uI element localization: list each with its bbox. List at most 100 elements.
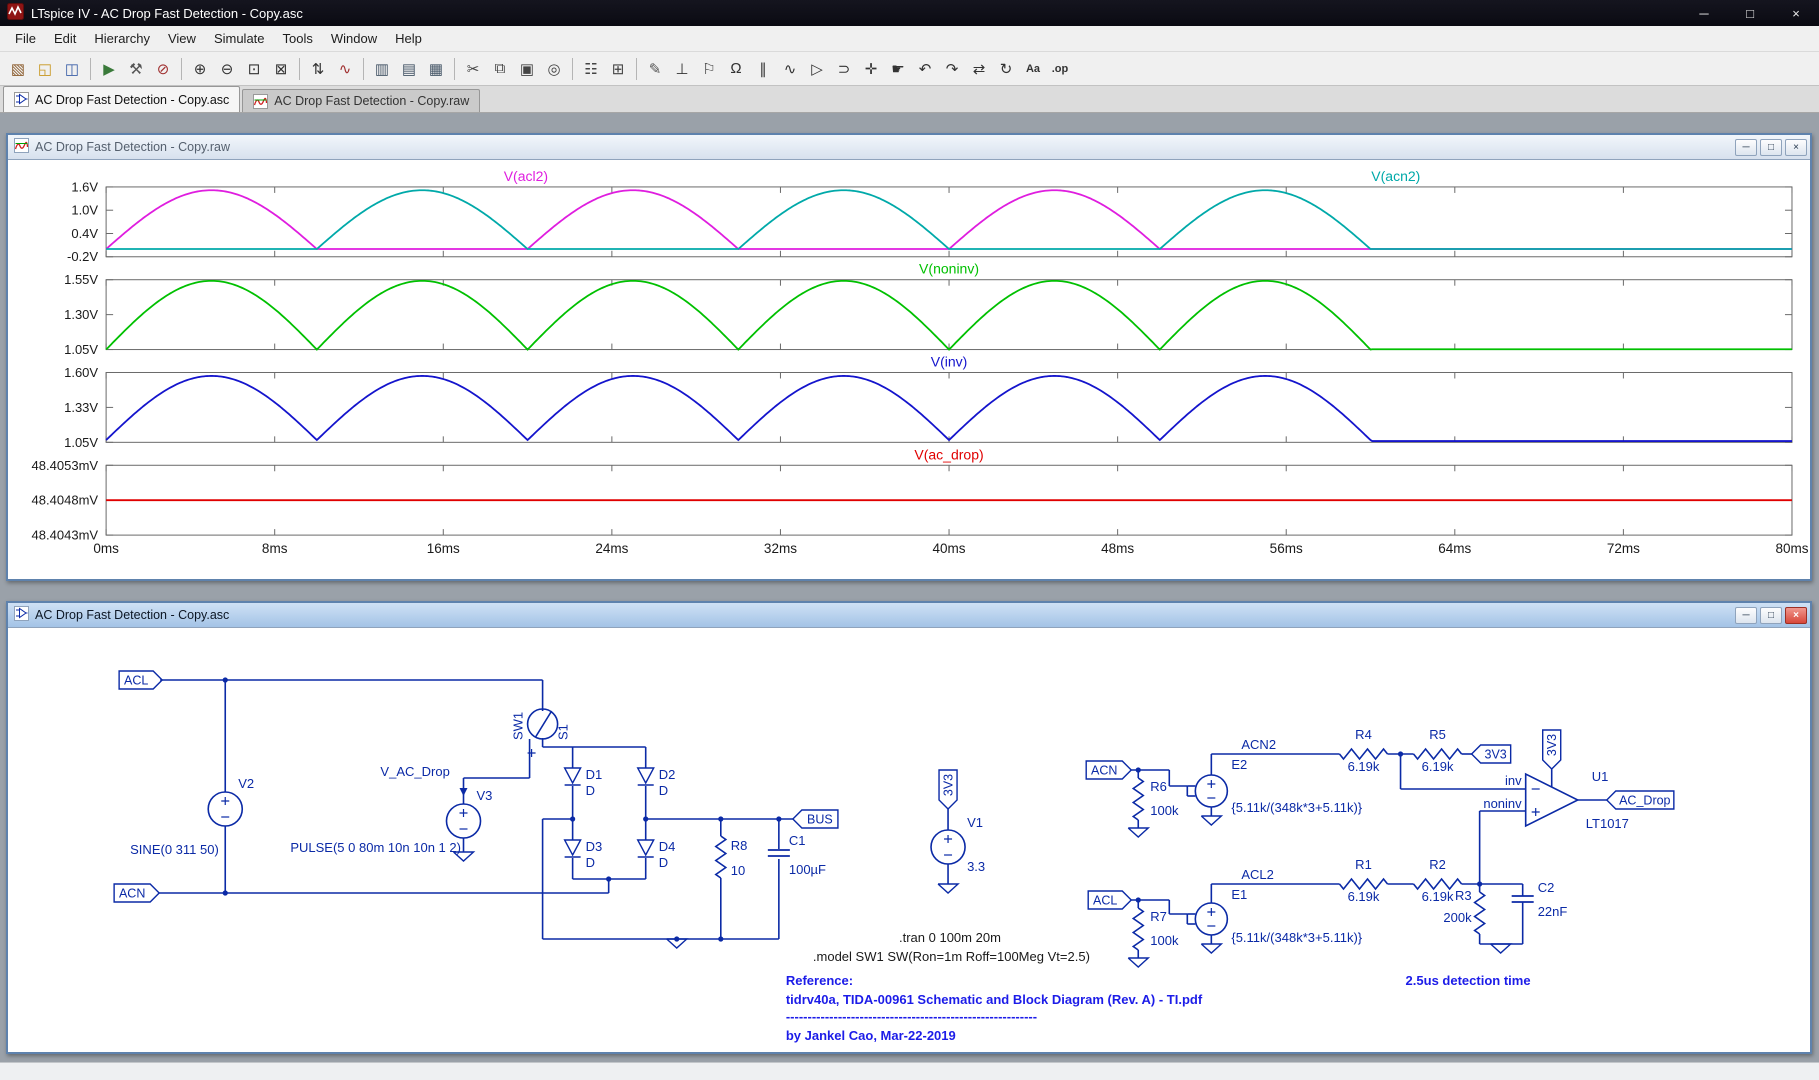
close-button[interactable]: × xyxy=(1773,0,1819,26)
menu-hierarchy[interactable]: Hierarchy xyxy=(85,27,159,50)
place-component-button[interactable]: ⊃ xyxy=(831,56,857,82)
plot-pane-2[interactable] xyxy=(106,372,1792,442)
waveform-minimize-button[interactable]: ─ xyxy=(1735,139,1757,156)
schematic-canvas[interactable]: ACLACNBUS3V3ACNACL3V33V3AC_DropSW1S1V2SI… xyxy=(8,628,1810,1052)
trace-label-vacl2[interactable]: V(acl2) xyxy=(504,168,548,184)
copy-button[interactable]: ⧉ xyxy=(487,56,513,82)
tab-schematic[interactable]: AC Drop Fast Detection - Copy.asc xyxy=(3,86,240,112)
add-plot-pane-button[interactable]: ∿ xyxy=(332,56,358,82)
paste-button[interactable]: ▣ xyxy=(514,56,540,82)
control-panel-button[interactable]: ⚒ xyxy=(123,56,149,82)
maximize-button[interactable]: □ xyxy=(1727,0,1773,26)
diode-d3[interactable] xyxy=(565,840,581,855)
net-flag-acn[interactable]: ACN xyxy=(1086,761,1131,779)
trace-label-vnoninv[interactable]: V(noninv) xyxy=(919,261,979,277)
main-titlebar[interactable]: LTspice IV - AC Drop Fast Detection - Co… xyxy=(0,0,1819,26)
source-e2[interactable] xyxy=(1195,775,1227,807)
net-flag-3v3[interactable]: 3V3 xyxy=(1543,730,1561,769)
minimize-button[interactable]: ─ xyxy=(1681,0,1727,26)
print-preview-button[interactable]: ⊞ xyxy=(605,56,631,82)
menu-simulate[interactable]: Simulate xyxy=(205,27,274,50)
trace-label-vinv[interactable]: V(inv) xyxy=(931,354,968,370)
run-button[interactable]: ▶ xyxy=(96,56,122,82)
trace-vnoninv[interactable] xyxy=(106,281,1792,350)
diode-d4[interactable] xyxy=(638,840,654,855)
draw-wire-button[interactable]: ✎ xyxy=(642,56,668,82)
tab-waveform[interactable]: AC Drop Fast Detection - Copy.raw xyxy=(242,89,480,112)
ground-symbol[interactable] xyxy=(938,884,958,893)
zoom-out-button[interactable]: ⊖ xyxy=(214,56,240,82)
net-flag-bus[interactable]: BUS xyxy=(793,810,838,828)
net-flag-ac_drop[interactable]: AC_Drop xyxy=(1607,791,1674,809)
plot-pane-1[interactable] xyxy=(106,280,1792,350)
trace-vacl2[interactable] xyxy=(106,190,1792,249)
drag-button[interactable]: ☛ xyxy=(885,56,911,82)
find-button[interactable]: ◎ xyxy=(541,56,567,82)
trace-label-vacn2[interactable]: V(acn2) xyxy=(1371,168,1420,184)
diode-d2[interactable] xyxy=(638,768,654,783)
schematic-canvas-area[interactable]: ACLACNBUS3V3ACNACL3V33V3AC_DropSW1S1V2SI… xyxy=(8,627,1810,1052)
diode-d1[interactable] xyxy=(565,768,581,783)
ground-symbol[interactable] xyxy=(1201,816,1221,825)
zoom-full-extents-button[interactable]: ⊠ xyxy=(268,56,294,82)
resistor-r6[interactable] xyxy=(1133,778,1143,820)
text-button[interactable]: Aa xyxy=(1020,56,1046,82)
print-button[interactable]: ☷ xyxy=(578,56,604,82)
schematic-minimize-button[interactable]: ─ xyxy=(1735,607,1757,624)
resistor-r8[interactable] xyxy=(716,836,726,878)
net-flag-acl[interactable]: ACL xyxy=(1088,891,1131,909)
schematic-close-button[interactable]: × xyxy=(1785,607,1807,624)
resistor-r7[interactable] xyxy=(1133,908,1143,950)
zoom-in-button[interactable]: ⊕ xyxy=(187,56,213,82)
waveform-maximize-button[interactable]: □ xyxy=(1760,139,1782,156)
ground-symbol[interactable] xyxy=(1201,944,1221,953)
cut-button[interactable]: ✂ xyxy=(460,56,486,82)
resistor-r3[interactable] xyxy=(1475,892,1485,934)
save-button[interactable]: ◫ xyxy=(59,56,85,82)
new-schematic-button[interactable]: ▧ xyxy=(5,56,31,82)
waveform-close-button[interactable]: × xyxy=(1785,139,1807,156)
resistor-r4[interactable] xyxy=(1339,749,1387,759)
halt-button[interactable]: ⊘ xyxy=(150,56,176,82)
net-flag-3v3[interactable]: 3V3 xyxy=(939,770,957,809)
rotate-button[interactable]: ↻ xyxy=(993,56,1019,82)
open-file-button[interactable]: ◱ xyxy=(32,56,58,82)
menu-edit[interactable]: Edit xyxy=(45,27,85,50)
resistor-r5[interactable] xyxy=(1414,749,1462,759)
move-button[interactable]: ✛ xyxy=(858,56,884,82)
zoom-area-button[interactable]: ⊡ xyxy=(241,56,267,82)
net-flag-acn[interactable]: ACN xyxy=(114,884,159,902)
trace-label-vacdrop[interactable]: V(ac_drop) xyxy=(914,446,983,462)
menu-view[interactable]: View xyxy=(159,27,205,50)
waveform-window-titlebar[interactable]: AC Drop Fast Detection - Copy.raw ─ □ × xyxy=(8,135,1810,159)
source-e1[interactable] xyxy=(1195,903,1227,935)
ground-symbol[interactable] xyxy=(1128,828,1148,837)
menu-file[interactable]: File xyxy=(6,27,45,50)
menu-tools[interactable]: Tools xyxy=(274,27,322,50)
redo-button[interactable]: ↷ xyxy=(939,56,965,82)
ground-symbol[interactable] xyxy=(1128,958,1148,967)
switch-s1[interactable] xyxy=(528,709,558,739)
place-net-label-button[interactable]: ⚐ xyxy=(696,56,722,82)
tile-horizontal-button[interactable]: ▤ xyxy=(396,56,422,82)
waveform-canvas[interactable]: 1.6V1.0V0.4V-0.2VV(acl2)V(acn2)1.55V1.30… xyxy=(8,160,1810,579)
place-ground-button[interactable]: ⊥ xyxy=(669,56,695,82)
resistor-r1[interactable] xyxy=(1339,879,1387,889)
plot-pane-0[interactable] xyxy=(106,187,1792,257)
cascade-windows-button[interactable]: ▦ xyxy=(423,56,449,82)
trace-vacn2[interactable] xyxy=(106,190,1792,249)
mirror-button[interactable]: ⇄ xyxy=(966,56,992,82)
net-flag-3v3[interactable]: 3V3 xyxy=(1472,745,1511,763)
waveform-plot-area[interactable]: 1.6V1.0V0.4V-0.2VV(acl2)V(acn2)1.55V1.30… xyxy=(8,159,1810,579)
place-resistor-button[interactable]: Ω xyxy=(723,56,749,82)
place-diode-button[interactable]: ▷ xyxy=(804,56,830,82)
autorange-y-axis-button[interactable]: ⇅ xyxy=(305,56,331,82)
place-inductor-button[interactable]: ∿ xyxy=(777,56,803,82)
trace-vinv[interactable] xyxy=(106,376,1792,441)
tile-vertical-button[interactable]: ▥ xyxy=(369,56,395,82)
ground-symbol[interactable] xyxy=(1491,944,1511,953)
net-flag-acl[interactable]: ACL xyxy=(119,671,162,689)
spice-directive-button[interactable]: .op xyxy=(1047,56,1073,82)
undo-button[interactable]: ↶ xyxy=(912,56,938,82)
place-capacitor-button[interactable]: ∥ xyxy=(750,56,776,82)
